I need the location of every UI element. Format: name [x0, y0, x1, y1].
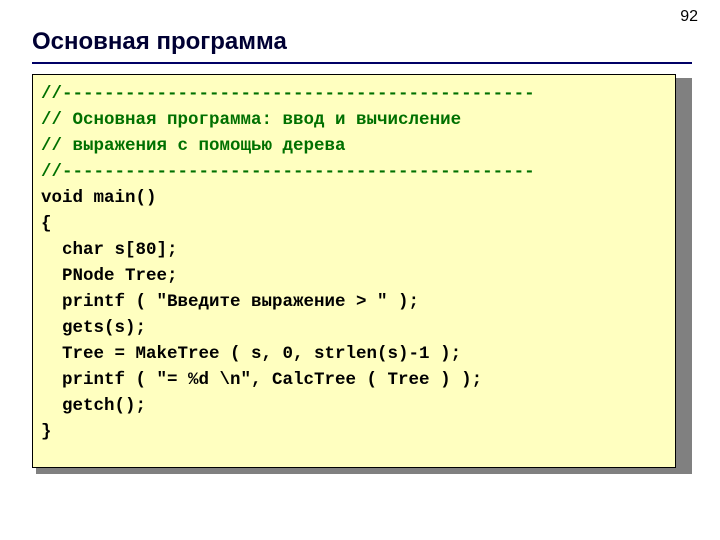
code-line: }: [41, 422, 52, 442]
code-line: getch();: [41, 396, 146, 416]
code-line: Tree = MakeTree ( s, 0, strlen(s)-1 );: [41, 344, 461, 364]
title-underline: [32, 62, 692, 64]
code-line: printf ( "Введите выражение > " );: [41, 292, 419, 312]
code-line: char s[80];: [41, 240, 178, 260]
code-line: {: [41, 214, 52, 234]
code-line: PNode Tree;: [41, 266, 178, 286]
code-block: //--------------------------------------…: [32, 74, 676, 468]
slide-title: Основная программа: [32, 28, 287, 56]
code-line: void main(): [41, 188, 157, 208]
code-comment: //--------------------------------------…: [41, 162, 535, 182]
code-line: gets(s);: [41, 318, 146, 338]
code-comment: // Основная программа: ввод и вычисление: [41, 110, 461, 130]
code-line: printf ( "= %d \n", CalcTree ( Tree ) );: [41, 370, 482, 390]
code-comment: //--------------------------------------…: [41, 84, 535, 104]
page-number: 92: [680, 8, 698, 26]
code-comment: // выражения с помощью дерева: [41, 136, 346, 156]
